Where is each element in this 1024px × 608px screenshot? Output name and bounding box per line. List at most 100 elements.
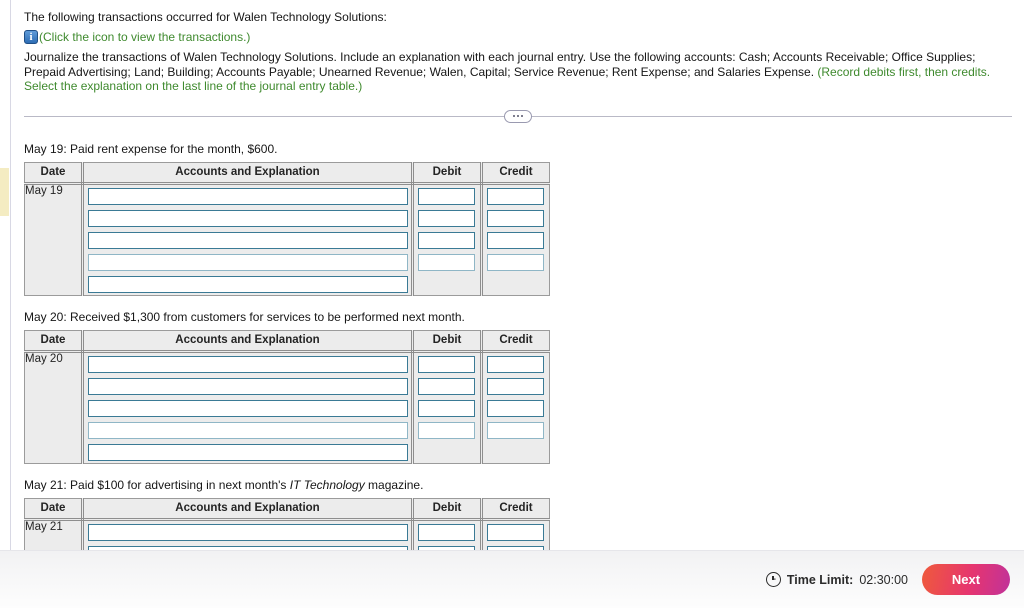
credit-cell: [481, 351, 550, 375]
account-cell: [82, 250, 414, 273]
table-header-row: Date Accounts and Explanation Debit Credit: [24, 330, 550, 353]
account-input[interactable]: [88, 275, 408, 293]
table-row: [25, 272, 550, 295]
instructions-paragraph: Journalize the transactions of Walen Tec…: [24, 50, 1008, 94]
credit-input[interactable]: [487, 355, 544, 373]
debit-cell: [412, 519, 483, 543]
account-cell: [82, 542, 414, 550]
column-header-date: Date: [24, 498, 84, 521]
debit-input[interactable]: [418, 209, 475, 227]
transaction-caption: May 21: Paid $100 for advertising in nex…: [24, 478, 1016, 492]
table-header-row: Date Accounts and Explanation Debit Credit: [24, 162, 550, 185]
divider-dots-button[interactable]: [504, 109, 532, 123]
table-row: [25, 206, 550, 229]
account-input[interactable]: [88, 355, 408, 373]
account-input[interactable]: [88, 421, 408, 439]
entry-date-cell: May 19: [24, 183, 84, 295]
next-button[interactable]: Next: [922, 564, 1010, 595]
debit-input[interactable]: [418, 421, 475, 439]
credit-input[interactable]: [487, 209, 544, 227]
credit-cell: [481, 183, 550, 207]
account-cell: [82, 374, 414, 397]
debit-cell: [412, 351, 483, 375]
time-limit-label: Time Limit:: [786, 572, 854, 587]
problem-scroll-area[interactable]: The following transactions occurred for …: [12, 0, 1024, 550]
credit-input[interactable]: [487, 187, 544, 205]
page-edge-marker: [0, 168, 9, 216]
account-cell: [82, 228, 414, 251]
credit-input[interactable]: [487, 231, 544, 249]
column-header-debit: Debit: [412, 498, 483, 521]
account-cell: [82, 519, 414, 543]
entry-date-cell: May 20: [24, 351, 84, 463]
credit-cell: [481, 519, 550, 543]
account-input[interactable]: [88, 399, 408, 417]
credit-input[interactable]: [487, 523, 544, 541]
debit-cell: [412, 206, 483, 229]
credit-cell: [481, 206, 550, 229]
debit-input[interactable]: [418, 399, 475, 417]
account-cell: [82, 206, 414, 229]
credit-input[interactable]: [487, 377, 544, 395]
debit-input[interactable]: [418, 523, 475, 541]
column-header-date: Date: [24, 330, 84, 353]
time-limit-display: Time Limit: 02:30:00: [765, 572, 908, 587]
account-input[interactable]: [88, 443, 408, 461]
info-icon-caption[interactable]: (Click the icon to view the transactions…: [39, 30, 250, 44]
credit-cell: [481, 440, 550, 463]
empty-cell: [414, 441, 480, 463]
credit-cell: [481, 228, 550, 251]
account-cell: [82, 183, 414, 207]
table-row: [25, 374, 550, 397]
clock-icon: [765, 572, 781, 587]
transaction-caption: May 20: Received $1,300 from customers f…: [24, 310, 1016, 324]
table-row: [25, 440, 550, 463]
collapse-divider: [24, 106, 1012, 128]
debit-input[interactable]: [418, 231, 475, 249]
credit-cell: [481, 542, 550, 550]
debit-input[interactable]: [418, 355, 475, 373]
account-cell: [82, 272, 414, 295]
journal-entry-table: Date Accounts and Explanation Debit Credit M…: [24, 497, 550, 550]
column-header-credit: Credit: [481, 498, 550, 521]
journal-entry-table: Date Accounts and Explanation Debit Credit M…: [24, 329, 550, 464]
account-cell: [82, 351, 414, 375]
table-row: [25, 418, 550, 441]
account-input[interactable]: [88, 231, 408, 249]
empty-cell: [483, 273, 549, 295]
table-header-row: Date Accounts and Explanation Debit Credit: [24, 498, 550, 521]
account-input[interactable]: [88, 187, 408, 205]
transaction-caption: May 19: Paid rent expense for the month,…: [24, 142, 1016, 156]
credit-input[interactable]: [487, 253, 544, 271]
account-input[interactable]: [88, 209, 408, 227]
debit-cell: [412, 374, 483, 397]
journal-entries-list: May 19: Paid rent expense for the month,…: [24, 142, 1016, 550]
account-cell: [82, 418, 414, 441]
account-input[interactable]: [88, 377, 408, 395]
debit-cell: [412, 183, 483, 207]
dot-icon: [513, 115, 515, 117]
info-icon[interactable]: i: [24, 30, 38, 44]
debit-input[interactable]: [418, 253, 475, 271]
credit-input[interactable]: [487, 399, 544, 417]
debit-input[interactable]: [418, 377, 475, 395]
column-header-credit: Credit: [481, 162, 550, 185]
account-input[interactable]: [88, 523, 408, 541]
dot-icon: [517, 115, 519, 117]
credit-cell: [481, 374, 550, 397]
time-limit-value: 02:30:00: [859, 572, 908, 587]
empty-cell: [414, 273, 480, 295]
transaction-caption-tail: magazine.: [364, 477, 424, 492]
debit-input[interactable]: [418, 187, 475, 205]
account-input[interactable]: [88, 253, 408, 271]
credit-input[interactable]: [487, 421, 544, 439]
column-header-accounts: Accounts and Explanation: [82, 498, 414, 521]
account-cell: [82, 396, 414, 419]
transaction-caption-text: May 21: Paid $100 for advertising in nex…: [24, 477, 290, 492]
credit-cell: [481, 418, 550, 441]
dot-icon: [521, 115, 523, 117]
column-header-accounts: Accounts and Explanation: [82, 162, 414, 185]
debit-cell: [412, 418, 483, 441]
table-row: May 19: [24, 183, 550, 295]
debit-cell: [412, 542, 483, 550]
